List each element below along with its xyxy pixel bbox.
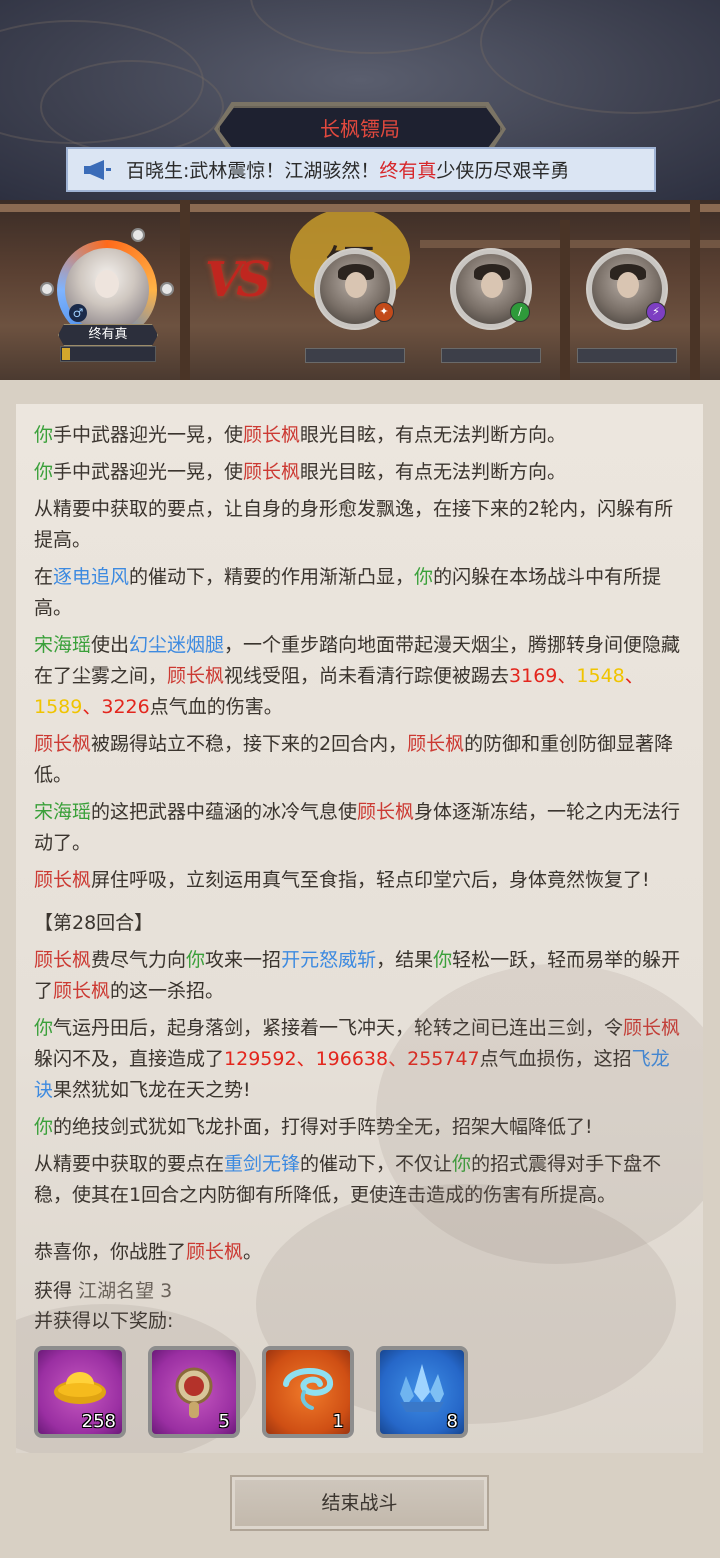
log-entry: 在逐电追风的催动下，精要的作用渐渐凸显，你的闪躲在本场战斗中有所提高。 — [34, 566, 662, 619]
enemy-avatar-1[interactable]: ✦ — [314, 248, 396, 330]
enemy-avatar-3[interactable]: ⚡ — [586, 248, 668, 330]
wind-badge-icon: / — [510, 302, 530, 322]
reputation-value: 江湖名望 3 — [78, 1280, 173, 1302]
log-entry: 宋海瑶的这把武器中蕴涵的冰冷气息使顾长枫身体逐渐冻结，一轮之内无法行动了。 — [34, 801, 681, 854]
reward-item-escort-token[interactable]: 5 — [148, 1346, 240, 1438]
fire-badge-icon: ✦ — [374, 302, 394, 322]
skill-orb-icon — [40, 282, 54, 296]
reward-item-spirit[interactable]: 1 — [262, 1346, 354, 1438]
player-hp-bar — [60, 346, 156, 362]
ticker-suffix: 少侠历尽艰辛勇 — [436, 160, 570, 182]
log-entry: 你手中武器迎光一晃，使顾长枫眼光目眩，有点无法判断方向。 — [34, 461, 567, 483]
enemy-hp-bar-1 — [305, 348, 405, 363]
announcement-ticker: 百晓生:武林震惊！江湖骇然！终有真少侠历尽艰辛勇 — [66, 147, 656, 192]
vs-icon: VS — [205, 252, 271, 308]
round-header: 【第28回合】 — [34, 912, 154, 934]
item-count: 8 — [446, 1411, 458, 1432]
battle-log-panel[interactable]: 你手中武器迎光一晃，使顾长枫眼光目眩，有点无法判断方向。 你手中武器迎光一晃，使… — [16, 404, 703, 1453]
ticker-highlight-name: 终有真 — [379, 160, 437, 182]
skill-orb-icon — [131, 228, 145, 242]
page-title: 长枫镖局 — [218, 106, 502, 152]
item-count: 5 — [218, 1411, 230, 1432]
player-hp-fill — [62, 348, 70, 360]
log-entry: 顾长枫屏住呼吸，立刻运用真气至食指，轻点印堂穴后，身体竟然恢复了! — [34, 869, 650, 891]
ticker-text: 百晓生:武林震惊！江湖骇然！终有真少侠历尽艰辛勇 — [126, 156, 569, 183]
log-entry: 从精要中获取的要点，让自身的身形愈发飘逸，在接下来的2轮内，闪躲有所提高。 — [34, 498, 674, 551]
gold-ingot-icon — [38, 1362, 122, 1418]
item-count: 258 — [81, 1411, 116, 1432]
enemy-hp-bar-3 — [577, 348, 677, 363]
reward-item-crystal[interactable]: 8 — [376, 1346, 468, 1438]
log-entry: 顾长枫被踢得站立不稳，接下来的2回合内，顾长枫的防御和重创防御显著降低。 — [34, 733, 674, 786]
item-count: 1 — [332, 1411, 344, 1432]
skill-orb-icon — [160, 282, 174, 296]
megaphone-icon — [68, 149, 126, 190]
log-entry: 宋海瑶使出幻尘迷烟腿，一个重步踏向地面带起漫天烟尘，腾挪转身间便隐藏在了尘雾之间… — [34, 634, 681, 718]
log-entry: 你手中武器迎光一晃，使顾长枫眼光目眩，有点无法判断方向。 — [34, 424, 567, 446]
reward-item-gold[interactable]: 258 — [34, 1346, 126, 1438]
gain-label: 获得 — [34, 1280, 73, 1302]
enemy-hp-bar-2 — [441, 348, 541, 363]
end-battle-button[interactable]: 结束战斗 — [230, 1475, 489, 1531]
player-name-plate: 终有真 — [58, 324, 158, 346]
enemy-avatar-2[interactable]: / — [450, 248, 532, 330]
thunder-badge-icon: ⚡ — [646, 302, 666, 322]
male-gender-icon: ♂ — [69, 304, 87, 322]
ticker-prefix: 百晓生:武林震惊！江湖骇然！ — [126, 160, 380, 182]
